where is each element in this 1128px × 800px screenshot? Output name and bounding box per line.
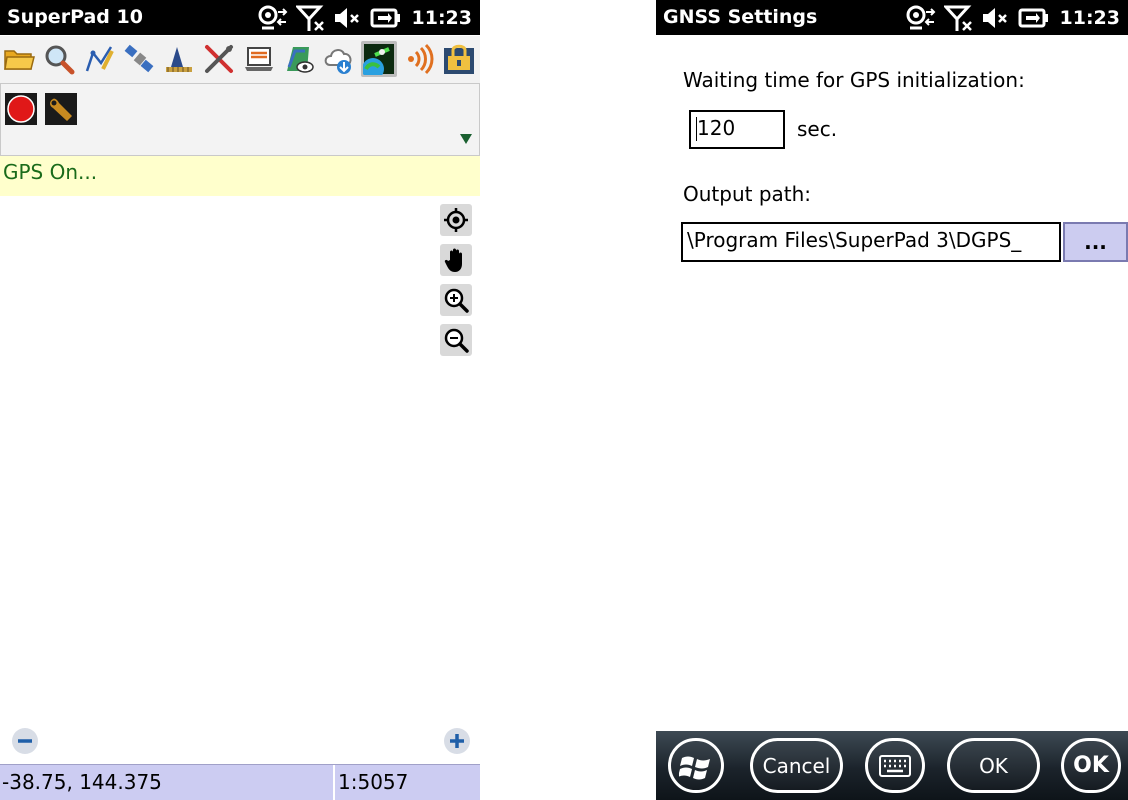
volume-muted-icon [334, 8, 359, 28]
main-toolbar [0, 36, 480, 83]
gnss-icon[interactable] [361, 41, 397, 77]
superpad-main-screen: SuperPad 10 11:23 GPS On... -38.75, 144.… [0, 0, 480, 800]
connectivity-icon [906, 5, 935, 30]
gps-satellite-icon[interactable] [121, 41, 157, 77]
ok-button[interactable]: OK [947, 738, 1040, 793]
start-button[interactable] [668, 738, 724, 793]
gps-status-banner: GPS On... [0, 156, 480, 196]
battery-charging-icon [370, 8, 400, 28]
output-path-input[interactable]: \Program Files\SuperPad 3\DGPS_ [681, 222, 1061, 262]
ok-confirm-label: OK [1073, 753, 1109, 778]
browse-button-label: ... [1084, 230, 1107, 254]
wait-time-input[interactable]: 120 [689, 110, 785, 149]
plus-circle-icon [444, 728, 470, 754]
keyboard-button[interactable] [865, 738, 925, 793]
clock: 11:23 [1059, 7, 1120, 29]
draw-polyline-icon[interactable] [81, 41, 117, 77]
cancel-button[interactable]: Cancel [750, 738, 843, 793]
hand-icon [444, 248, 462, 272]
wait-time-label: Waiting time for GPS initialization: [683, 68, 1025, 92]
zoom-in-icon [444, 288, 469, 313]
tools-icon[interactable] [201, 41, 237, 77]
zoom-out-icon [444, 328, 469, 353]
status-icons: 11:23 [904, 3, 1120, 33]
minus-circle-icon [12, 728, 38, 754]
search-icon[interactable] [41, 41, 77, 77]
status-bar: GNSS Settings 11:23 [656, 0, 1128, 35]
pan-button[interactable] [440, 244, 472, 276]
settings-wrench-button[interactable] [45, 93, 77, 125]
keyboard-icon [879, 754, 911, 777]
open-folder-icon[interactable] [1, 41, 37, 77]
scale-readout[interactable]: 1:5057 [336, 765, 480, 800]
output-path-label: Output path: [683, 182, 812, 206]
gnss-settings-screen: GNSS Settings 11:23 Waiting time for GPS… [656, 0, 1128, 800]
connectivity-icon [258, 5, 287, 30]
tool-panel [0, 83, 480, 156]
softkey-bar: Cancel OK OK [656, 731, 1128, 800]
text-caret [696, 117, 697, 141]
coordinate-divider [333, 765, 335, 800]
signal-icon[interactable] [401, 41, 437, 77]
gps-status-text: GPS On... [3, 160, 98, 184]
cancel-button-label: Cancel [762, 753, 831, 778]
lock-layout-icon[interactable] [441, 41, 477, 77]
zoom-in-button[interactable] [440, 284, 472, 316]
wait-time-value: 120 [697, 116, 736, 140]
status-bar: SuperPad 10 11:23 [0, 0, 480, 35]
battery-charging-icon [1018, 8, 1048, 28]
record-icon [5, 93, 37, 125]
no-signal-icon [295, 5, 324, 31]
wrench-icon [45, 93, 77, 125]
panel-expand-arrow[interactable] [459, 130, 473, 149]
map-view-icon[interactable] [281, 41, 317, 77]
locate-button[interactable] [440, 204, 472, 236]
clock: 11:23 [411, 7, 472, 29]
zoom-out-button[interactable] [440, 324, 472, 356]
cloud-download-icon[interactable] [321, 41, 357, 77]
windows-logo-icon [679, 756, 710, 779]
coordinate-readout: -38.75, 144.375 [2, 770, 162, 794]
ok-button-label: OK [979, 753, 1008, 778]
browse-path-button[interactable]: ... [1063, 222, 1128, 262]
triangle-down-icon [460, 134, 472, 144]
scale-increase-button[interactable] [443, 727, 471, 755]
wait-time-unit: sec. [797, 117, 838, 141]
coordinate-bar: -38.75, 144.375 1:5057 [0, 764, 480, 800]
scale-decrease-button[interactable] [11, 727, 39, 755]
laptop-icon[interactable] [241, 41, 277, 77]
output-path-value: \Program Files\SuperPad 3\DGPS_ [687, 228, 1022, 252]
volume-muted-icon [982, 8, 1007, 28]
record-button[interactable] [5, 93, 37, 125]
ok-confirm-button[interactable]: OK [1061, 738, 1121, 793]
dialog-title: GNSS Settings [663, 6, 818, 28]
crosshair-icon [444, 208, 468, 232]
no-signal-icon [943, 5, 972, 31]
survey-icon[interactable] [161, 41, 197, 77]
app-title: SuperPad 10 [7, 6, 143, 28]
status-icons: 11:23 [256, 3, 472, 33]
